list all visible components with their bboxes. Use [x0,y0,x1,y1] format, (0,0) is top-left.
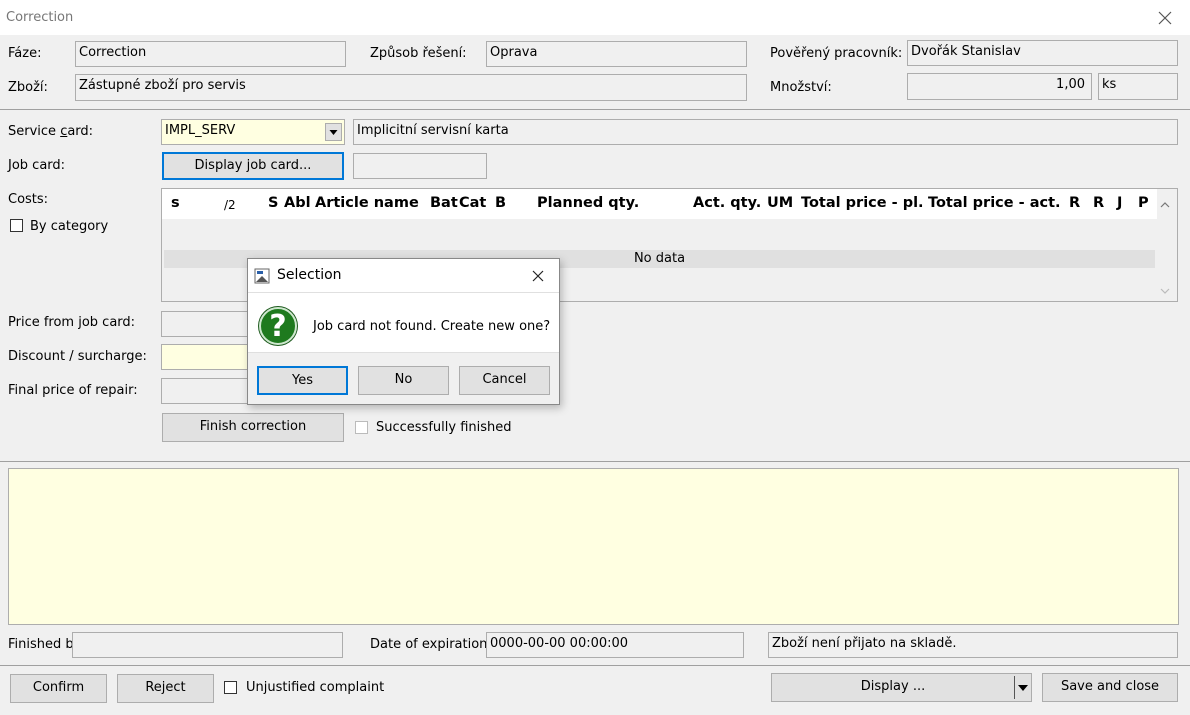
column-header[interactable]: Planned qty. [537,195,639,211]
price-field [161,311,261,337]
column-header[interactable]: R [1069,195,1080,211]
by-category-label: By category [30,219,109,234]
dialog-content: ? Job card not found. Create new one? [248,294,559,350]
cancel-button[interactable]: Cancel [459,366,550,395]
job-card-field [353,153,487,179]
grid-header-row: s /2 S Abl Article name Bat Cat B Planne… [162,189,1157,219]
no-button[interactable]: No [358,366,449,395]
close-icon[interactable] [1156,9,1174,27]
final-price-field [161,378,261,404]
column-header[interactable]: Cat [459,195,486,211]
discount-input[interactable] [161,344,261,370]
separator [0,461,1190,462]
column-header[interactable]: Total price - pl. [801,195,924,211]
column-header[interactable]: J [1117,195,1122,211]
phase-label: Fáze: [8,46,42,61]
column-header[interactable]: P [1138,195,1149,211]
service-card-value: IMPL_SERV [165,123,236,138]
save-and-close-button[interactable]: Save and close [1042,673,1178,702]
no-data-text: No data [633,251,686,266]
reject-button[interactable]: Reject [117,674,214,703]
service-card-description: Implicitní servisní karta [353,119,1178,145]
column-header[interactable]: R [1093,195,1104,211]
window-title: Correction [6,10,74,25]
scroll-down-icon[interactable] [1159,285,1171,295]
display-button[interactable]: Display ... [771,673,1032,702]
notes-textarea[interactable] [8,468,1179,625]
app-icon [254,268,270,284]
successfully-finished-label: Successfully finished [376,420,512,435]
costs-label: Costs: [8,192,49,207]
unjustified-complaint-checkbox[interactable] [224,681,237,694]
selection-dialog: Selection ? Job card not found. Create n… [247,258,560,405]
chevron-down-icon[interactable] [325,123,342,141]
finish-correction-button[interactable]: Finish correction [162,413,344,442]
dialog-message: Job card not found. Create new one? [313,319,551,334]
status-field: Zboží není přijato na skladě. [768,632,1178,658]
column-header[interactable]: Total price - act. [928,195,1061,211]
title-bar: Correction [0,0,1190,35]
quantity-label: Množství: [770,80,832,95]
dropdown-arrow-icon[interactable] [1014,676,1030,699]
question-glyph: ? [269,309,287,344]
discount-label: Discount / surcharge: [8,349,147,364]
worker-field: Dvořák Stanislav [907,40,1178,66]
solution-field: Oprava [486,41,747,67]
quantity-field: 1,00 [907,73,1092,100]
phase-field: Correction [75,41,346,67]
column-header[interactable]: UM [767,195,793,211]
scroll-up-icon[interactable] [1159,199,1171,209]
expiration-label: Date of expiration: [370,637,492,652]
separator [0,109,1190,110]
column-header[interactable]: s [171,195,180,211]
unit-field: ks [1098,73,1178,100]
dialog-close-icon[interactable] [529,267,547,285]
column-header[interactable]: Article name [315,195,419,211]
yes-button[interactable]: Yes [257,366,348,395]
column-header[interactable]: Abl [284,195,311,211]
solution-label: Způsob řešení: [370,46,467,61]
finished-by-label: Finished by [8,637,82,652]
separator [0,665,1190,666]
expiration-field: 0000-00-00 00:00:00 [486,632,744,658]
column-header[interactable]: /2 [224,198,236,212]
finished-by-field [72,632,343,658]
final-price-label: Final price of repair: [8,383,138,398]
column-header[interactable]: Bat [430,195,458,211]
question-icon: ? [259,307,297,345]
column-header[interactable]: Act. qty. [693,195,761,211]
successfully-finished-checkbox[interactable] [355,421,368,434]
price-label: Price from job card: [8,315,136,330]
dialog-title-bar: Selection [248,259,559,293]
job-card-label: Job card: [8,158,66,173]
service-card-combobox[interactable]: IMPL_SERV [161,119,345,145]
display-button-label: Display ... [860,679,926,694]
column-header[interactable]: S [268,195,278,211]
dialog-button-bar: Yes No Cancel [248,352,559,404]
unjustified-complaint-label: Unjustified complaint [246,680,385,695]
column-header[interactable]: B [495,195,506,211]
goods-label: Zboží: [8,80,48,95]
worker-label: Pověřený pracovník: [770,46,903,61]
service-card-label: Service card: [8,124,94,139]
by-category-checkbox[interactable] [10,219,23,232]
confirm-button[interactable]: Confirm [10,674,107,703]
display-job-card-button[interactable]: Display job card... [162,152,344,180]
dialog-title: Selection [277,267,342,283]
goods-field: Zástupné zboží pro servis [75,74,747,101]
